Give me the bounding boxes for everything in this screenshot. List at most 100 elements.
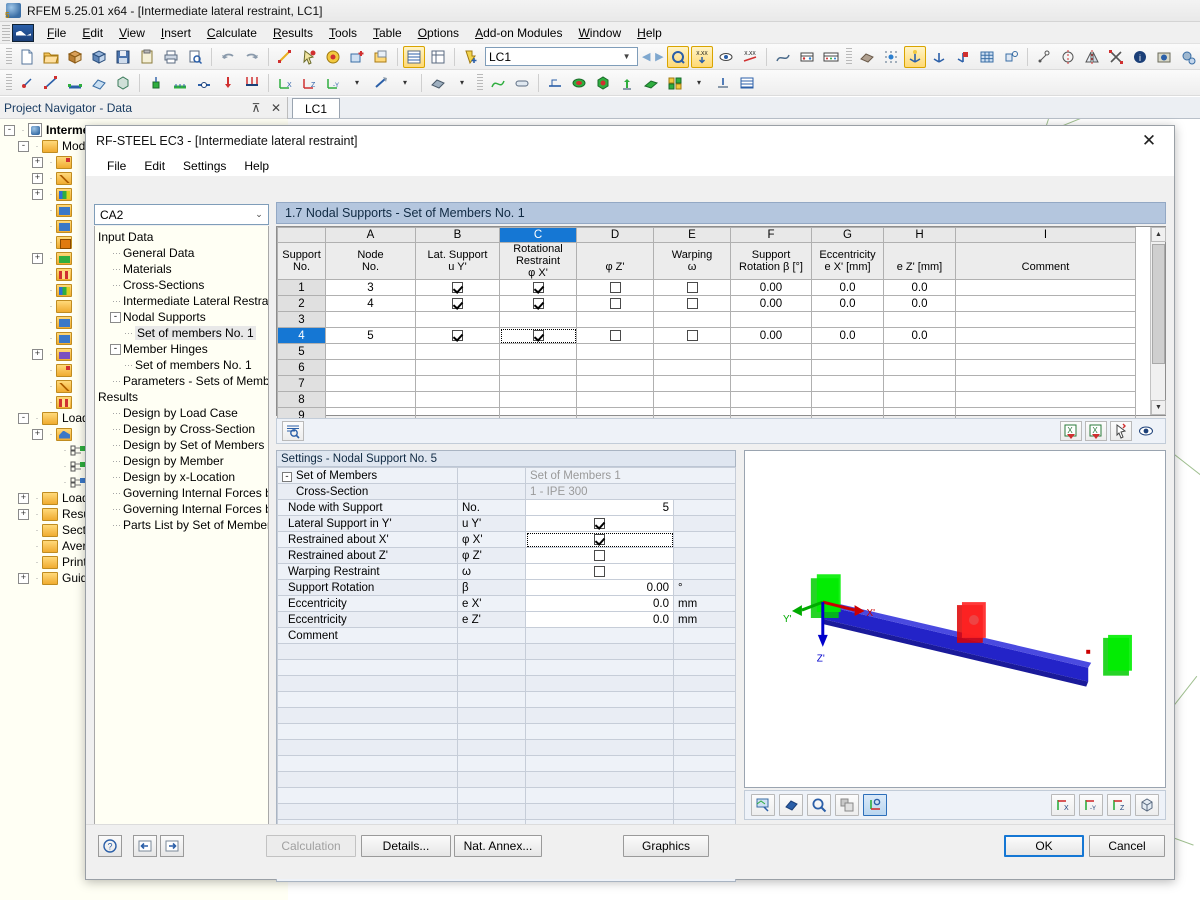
- member-load-button[interactable]: [241, 72, 263, 94]
- load-case-combo[interactable]: LC1 ▼: [485, 47, 638, 66]
- module-tree-item[interactable]: ⋯Parameters - Sets of Members: [95, 373, 268, 389]
- cell-eccentricity-ez[interactable]: [883, 375, 956, 392]
- show-local-axes-button[interactable]: [928, 46, 950, 68]
- property-row[interactable]: - Set of Members Set of Members 1: [277, 467, 736, 484]
- cell-node-no[interactable]: [325, 343, 416, 360]
- module-tree-item[interactable]: ⋯ Parts List by Set of Members: [95, 517, 268, 533]
- view-z-button[interactable]: Z: [298, 72, 320, 94]
- cell-rot-x[interactable]: [499, 311, 577, 328]
- result-panels-dropdown-button[interactable]: ▾: [688, 72, 710, 94]
- undo-button[interactable]: [217, 46, 239, 68]
- cell-rot-x[interactable]: [499, 375, 577, 392]
- property-row[interactable]: Restrained about X' φ X': [277, 531, 736, 548]
- dialog-menu-edit[interactable]: Edit: [135, 158, 174, 174]
- cell-rot-z[interactable]: [576, 359, 654, 376]
- checkbox[interactable]: [609, 297, 621, 309]
- mdi-tab-lc1[interactable]: LC1: [292, 98, 341, 118]
- column-letter-F[interactable]: F: [730, 227, 812, 243]
- checkbox[interactable]: [452, 329, 463, 341]
- table-row[interactable]: 4 5 0.00 0.0 0.0: [277, 327, 1136, 344]
- toolbar-grip[interactable]: [477, 73, 483, 92]
- menu-view[interactable]: View: [111, 24, 153, 42]
- menu-help[interactable]: Help: [629, 24, 670, 42]
- property-value[interactable]: 0.0: [525, 595, 674, 612]
- module-navigator-tree[interactable]: Input Data ⋯ General Data ⋯ Materials ⋯ Cross-…: [94, 226, 269, 856]
- cell-rot-x[interactable]: [499, 391, 577, 408]
- deform-scale-button[interactable]: [511, 72, 533, 94]
- cell-warping[interactable]: [653, 391, 731, 408]
- property-row[interactable]: Warping Restraint ω: [277, 563, 736, 580]
- zoom-icon[interactable]: [807, 794, 831, 816]
- cell-lat-support[interactable]: [415, 343, 500, 360]
- tree-expander-plus-icon[interactable]: +: [18, 572, 29, 584]
- render-icon[interactable]: [751, 794, 775, 816]
- graphics-button[interactable]: Graphics: [623, 835, 709, 857]
- tree-expander-minus-icon[interactable]: -: [4, 124, 15, 136]
- module-tree-item[interactable]: ⋯Governing Internal Forces by Member: [95, 485, 268, 501]
- module-tree-item[interactable]: ⋯ Set of members No. 1: [95, 357, 268, 373]
- cell-node-no[interactable]: [325, 391, 416, 408]
- property-row[interactable]: Eccentricity e X' 0.0 mm: [277, 595, 736, 612]
- help-icon[interactable]: ?: [98, 835, 122, 857]
- close-icon[interactable]: ✕: [269, 101, 283, 115]
- property-row[interactable]: Comment: [277, 627, 736, 644]
- show-axis-system-button[interactable]: [903, 45, 926, 68]
- table-row[interactable]: 1 3 0.00 0.0 0.0: [277, 279, 1136, 296]
- camera-button[interactable]: [1153, 46, 1175, 68]
- cell-comment[interactable]: [955, 327, 1136, 344]
- cell-node-no[interactable]: [325, 359, 416, 376]
- column-header[interactable]: Lat. Support u Y': [415, 242, 500, 280]
- mirror-button[interactable]: [1081, 46, 1103, 68]
- result-curve-button[interactable]: [772, 46, 794, 68]
- cell-eccentricity-ex[interactable]: 0.0: [811, 279, 884, 296]
- column-letter-rowhead[interactable]: [277, 227, 326, 243]
- menu-calculate[interactable]: Calculate: [199, 24, 265, 42]
- column-letter-G[interactable]: G: [811, 227, 884, 243]
- column-letter-E[interactable]: E: [653, 227, 731, 243]
- view-minus-y-button[interactable]: -Y: [322, 72, 344, 94]
- calculation-button[interactable]: Calculation: [266, 835, 356, 857]
- info-button[interactable]: i: [1129, 46, 1151, 68]
- table-vertical-scrollbar[interactable]: ▲ ▼: [1150, 227, 1166, 415]
- column-letter-A[interactable]: A: [325, 227, 416, 243]
- open-model-button[interactable]: [88, 46, 110, 68]
- property-value[interactable]: [525, 547, 674, 564]
- export-excel-up-icon[interactable]: X: [1060, 421, 1082, 441]
- menu-file[interactable]: File: [39, 24, 74, 42]
- property-row[interactable]: Node with Support No. 5: [277, 499, 736, 516]
- next-icon[interactable]: [160, 835, 184, 857]
- column-header[interactable]: Warping ω: [653, 242, 731, 280]
- support-reactions-button[interactable]: [616, 72, 638, 94]
- chevron-down-icon[interactable]: ▼: [620, 52, 634, 61]
- row-header[interactable]: 8: [277, 391, 326, 408]
- module-tree-item[interactable]: - Nodal Supports: [95, 309, 268, 325]
- tree-expander-plus-icon[interactable]: +: [18, 508, 29, 520]
- cell-comment[interactable]: [955, 375, 1136, 392]
- toolbar-grip[interactable]: [6, 47, 12, 66]
- column-header[interactable]: Support Rotation β [°]: [730, 242, 812, 280]
- row-header[interactable]: 2: [277, 295, 326, 312]
- export-excel-down-icon[interactable]: X: [1085, 421, 1107, 441]
- nodal-support-button[interactable]: [145, 72, 167, 94]
- column-header[interactable]: Node No.: [325, 242, 416, 280]
- scrollbar-thumb[interactable]: [1152, 244, 1165, 364]
- redo-button[interactable]: [241, 46, 263, 68]
- nat-annex-button[interactable]: Nat. Annex...: [454, 835, 542, 857]
- view-iso-icon[interactable]: [1135, 794, 1159, 816]
- cell-rot-x[interactable]: [499, 343, 577, 360]
- menu-window[interactable]: Window: [570, 24, 629, 42]
- row-header[interactable]: 1: [277, 279, 326, 296]
- cell-node-no[interactable]: 4: [325, 295, 416, 312]
- module-tree-item[interactable]: ⋯Governing Internal Forces by Set of Mem…: [95, 501, 268, 517]
- cell-lat-support[interactable]: [415, 327, 500, 344]
- cell-rot-z[interactable]: [576, 295, 654, 312]
- line-support-button[interactable]: [169, 72, 191, 94]
- dialog-menu-settings[interactable]: Settings: [174, 158, 235, 174]
- table-row[interactable]: 8: [277, 391, 1136, 408]
- tree-expander-minus-icon[interactable]: -: [282, 471, 292, 482]
- tree-expander-plus-icon[interactable]: +: [32, 172, 43, 184]
- tree-expander-plus-icon[interactable]: +: [32, 348, 43, 360]
- view-minus-y-icon[interactable]: -Y: [1079, 794, 1103, 816]
- menu-table[interactable]: Table: [365, 24, 410, 42]
- show-deformation-button[interactable]: [715, 46, 737, 68]
